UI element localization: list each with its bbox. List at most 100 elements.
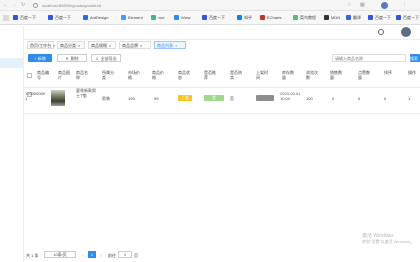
goto-label: 前往 <box>108 253 116 258</box>
close-icon[interactable]: × <box>109 43 111 48</box>
column-header[interactable]: 浏览次数 <box>306 70 320 80</box>
column-header[interactable]: 是否推荐 <box>204 70 218 80</box>
sidebar <box>0 26 24 262</box>
bookmark-item[interactable]: 菜鸟教程 <box>293 14 321 21</box>
apps-icon[interactable] <box>3 15 9 21</box>
goods-price: 99 <box>154 96 159 101</box>
close-icon[interactable]: × <box>175 43 177 48</box>
bookmark-icon <box>83 15 88 20</box>
column-header[interactable]: 点赞数量 <box>358 70 372 80</box>
url-text[interactable]: localhost:8080/#/goods/goodsList <box>42 3 101 8</box>
tab-bar: 首页/工作台 × 商品分类 × 商品规格 × 商品品牌 × 商品列表 × <box>24 40 420 51</box>
bookmark-item[interactable]: vue <box>151 14 171 21</box>
export-button[interactable]: ⇓ 全部导出 <box>91 54 121 62</box>
bookmark-item[interactable]: AntDesign <box>83 14 118 21</box>
bookmark-item[interactable]: ECharts <box>260 14 290 21</box>
bookmark-item[interactable]: Element <box>121 14 148 21</box>
bookmarks-bar: 百度一下 百度一下 AntDesign Element vue iView 百度… <box>0 11 420 25</box>
column-header[interactable]: 上架时间 <box>256 70 270 80</box>
status-badge[interactable]: 上架 <box>178 95 192 101</box>
shelf-time: 2023-09-01 10:00 <box>280 91 301 101</box>
bookmark-icon <box>324 15 329 20</box>
column-header[interactable]: 商品状态 <box>178 70 192 80</box>
bookmark-item[interactable]: iView <box>174 14 198 21</box>
bookmark-icon <box>368 15 373 20</box>
bookmark-icon <box>346 15 351 20</box>
page-size-select[interactable]: 10条/页 <box>44 251 76 258</box>
activation-watermark: 激活 Windows 转到“设置”以激活 Windows。 <box>362 233 415 244</box>
bookmark-icon <box>202 15 207 20</box>
market-price: 199 <box>128 96 135 101</box>
sales-count: 0 <box>358 96 361 101</box>
search-button[interactable]: 搜索 <box>410 54 420 62</box>
bookmark-item[interactable]: 翻译 <box>346 14 366 21</box>
tab-brand[interactable]: 商品品牌 × <box>119 41 151 49</box>
bookmark-item[interactable]: MDN <box>324 14 344 21</box>
column-header[interactable]: 市场价格 <box>128 70 142 80</box>
add-button[interactable]: + 新增 <box>28 54 52 62</box>
browser-address-bar: ← → ↻ localhost:8080/#/goods/goodsList ☆… <box>0 0 420 11</box>
tab-goods-list[interactable]: 商品列表 × <box>154 41 186 49</box>
current-page[interactable]: 1 <box>88 251 96 258</box>
delete-button[interactable]: ✕ 删除 <box>57 54 87 62</box>
menu-icon[interactable]: ⋮ <box>402 2 407 8</box>
page-unit: 页 <box>134 253 138 258</box>
column-header[interactable]: 商品价格 <box>152 70 166 80</box>
hot-value: 否 <box>230 96 234 101</box>
column-header[interactable]: 操作 <box>408 70 420 75</box>
tab-category[interactable]: 商品分类 × <box>57 41 85 49</box>
info-icon[interactable] <box>33 3 38 8</box>
column-header[interactable]: 商品图片 <box>58 70 72 80</box>
star-icon[interactable]: ☆ <box>347 2 351 8</box>
tab-spec[interactable]: 商品规格 × <box>88 41 116 49</box>
total-count: 共 1 条 <box>26 253 39 258</box>
bookmark-item[interactable]: 百度一下 <box>368 14 394 21</box>
bookmark-icon <box>121 15 126 20</box>
reload-icon[interactable]: ↻ <box>21 2 25 8</box>
column-header[interactable]: 销售数量 <box>330 70 344 80</box>
column-header[interactable]: 排序 <box>384 70 398 75</box>
sort-value: 1 <box>408 96 411 101</box>
extensions-icon[interactable]: ▦ <box>360 2 365 8</box>
prev-page-icon[interactable]: < <box>82 253 84 258</box>
bookmark-item[interactable]: 百度一下 <box>48 14 80 21</box>
goods-image <box>51 90 65 106</box>
view-count: 0 <box>332 96 335 101</box>
bookmark-item[interactable]: 百度一下 <box>396 14 420 21</box>
goods-name: 夏季新款男士T恤 <box>76 88 96 98</box>
avatar[interactable] <box>401 27 411 37</box>
bookmark-icon <box>396 15 401 20</box>
hot-toggle[interactable] <box>256 95 274 101</box>
profile-avatar[interactable] <box>381 2 388 9</box>
table-row[interactable]: 1700000001 夏季新款男士T恤 男装 199 99 上架 是 否 202… <box>24 88 420 114</box>
bookmark-icon <box>237 15 242 20</box>
select-all-checkbox[interactable] <box>27 73 32 78</box>
goto-input[interactable]: 1 <box>118 251 132 258</box>
column-header[interactable]: 是否热卖 <box>230 70 244 80</box>
like-count: 0 <box>384 96 387 101</box>
bookmark-icon <box>13 15 18 20</box>
next-page-icon[interactable]: > <box>100 253 102 258</box>
bookmark-item[interactable]: 百度一下 <box>13 14 45 21</box>
tab-home[interactable]: 首页/工作台 × <box>27 41 55 49</box>
bookmark-icon <box>174 15 179 20</box>
column-header[interactable]: 商品名称 <box>76 70 90 80</box>
column-header[interactable]: 商品编号 <box>37 70 51 80</box>
column-header[interactable]: 所属分类 <box>102 70 116 80</box>
bookmark-item[interactable]: 知乎 <box>237 14 257 21</box>
search-icon[interactable] <box>378 29 384 35</box>
bookmark-icon <box>48 15 53 20</box>
close-icon[interactable]: × <box>78 43 80 48</box>
column-header[interactable]: 库存数量 <box>282 70 296 80</box>
forward-icon[interactable]: → <box>12 2 17 8</box>
goods-id: 1700000001 <box>25 91 46 101</box>
close-icon[interactable]: × <box>53 43 55 48</box>
close-icon[interactable]: × <box>140 43 142 48</box>
recommend-badge[interactable]: 是 <box>204 95 224 101</box>
bookmark-item[interactable]: 百度一下 <box>202 14 234 21</box>
search-input[interactable] <box>332 54 406 62</box>
back-icon[interactable]: ← <box>3 2 8 8</box>
bookmark-icon <box>151 15 156 20</box>
bookmark-icon <box>260 15 265 20</box>
sidebar-item-active[interactable] <box>0 58 24 68</box>
